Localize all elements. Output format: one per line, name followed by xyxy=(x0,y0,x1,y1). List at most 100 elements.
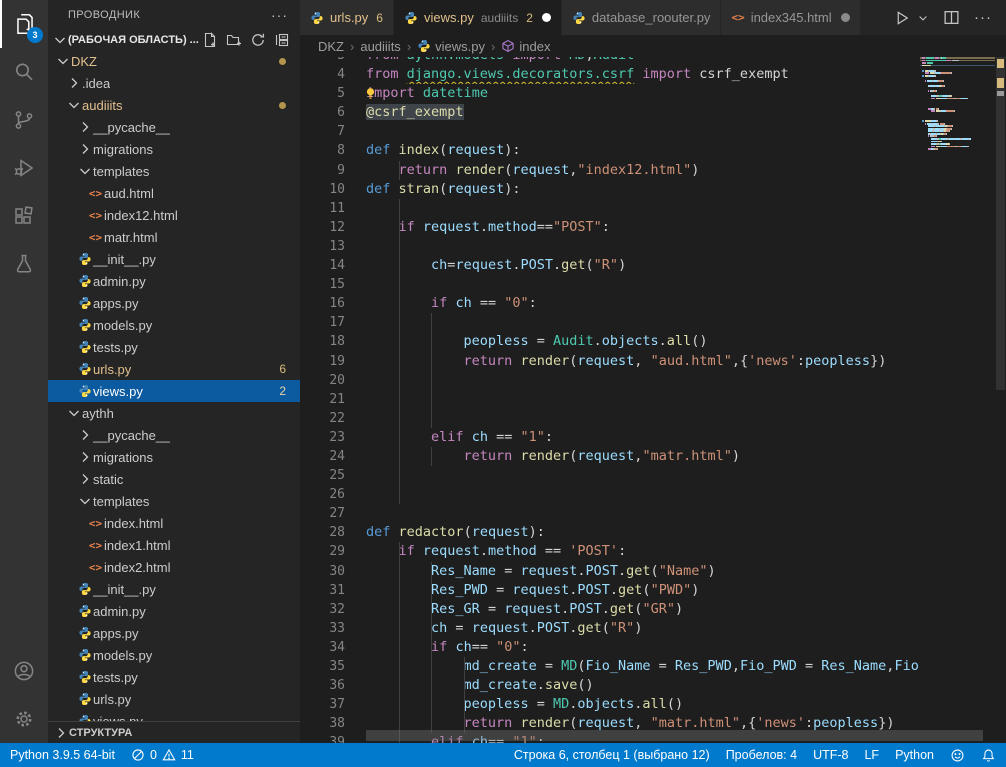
tab-views.py[interactable]: views.pyaudiiits2 xyxy=(394,0,562,35)
tree-item-__pycache__[interactable]: __pycache__ xyxy=(48,116,300,138)
tree-item-static[interactable]: static xyxy=(48,468,300,490)
code-line-21[interactable]: 21 xyxy=(300,390,920,409)
code-line-19[interactable]: 19 return render(request, "aud.html",{'n… xyxy=(300,352,920,371)
tree-item-templates[interactable]: templates xyxy=(48,490,300,512)
tree-item-models.py[interactable]: models.py xyxy=(48,314,300,336)
status-python-interpreter[interactable]: Python 3.9.5 64-bit xyxy=(10,748,115,762)
activity-bar-item-explorer[interactable]: 3 xyxy=(0,0,48,48)
code-line-32[interactable]: 32 Res_GR = request.POST.get("GR") xyxy=(300,600,920,619)
activity-bar-item-extensions[interactable] xyxy=(0,192,48,240)
code-line-7[interactable]: 7 xyxy=(300,122,920,141)
code-line-10[interactable]: 10def stran(request): xyxy=(300,180,920,199)
code-editor[interactable]: 3from aythh.models import MD,Audit4from … xyxy=(300,57,1006,743)
tree-item-index1.html[interactable]: <>index1.html xyxy=(48,534,300,556)
code-line-16[interactable]: 16 if ch == "0": xyxy=(300,294,920,313)
status-cursor-position[interactable]: Строка 6, столбец 1 (выбрано 12) xyxy=(514,748,710,762)
outline-section-header[interactable]: СТРУКТУРА xyxy=(48,721,300,743)
tree-item-admin.py[interactable]: admin.py xyxy=(48,600,300,622)
sidebar-more-actions-icon[interactable]: ··· xyxy=(271,7,288,23)
code-line-37[interactable]: 37 peopless = MD.objects.all() xyxy=(300,695,920,714)
code-line-28[interactable]: 28def redactor(request): xyxy=(300,523,920,542)
code-line-15[interactable]: 15 xyxy=(300,275,920,294)
tree-item-index2.html[interactable]: <>index2.html xyxy=(48,556,300,578)
code-line-11[interactable]: 11 xyxy=(300,199,920,218)
tree-item-templates[interactable]: templates xyxy=(48,160,300,182)
code-line-25[interactable]: 25 xyxy=(300,466,920,485)
tree-item-urls.py[interactable]: urls.py6 xyxy=(48,358,300,380)
code-line-31[interactable]: 31 Res_PWD = request.POST.get("PWD") xyxy=(300,581,920,600)
tree-item-index.html[interactable]: <>index.html xyxy=(48,512,300,534)
code-line-33[interactable]: 33 ch = request.POST.get("R") xyxy=(300,619,920,638)
tree-item-migrations[interactable]: migrations xyxy=(48,446,300,468)
code-line-35[interactable]: 35 md_create = MD(Fio_Name = Res_PWD,Fio… xyxy=(300,657,920,676)
status-problems[interactable]: 011 xyxy=(131,748,194,762)
activity-bar-item-testing[interactable] xyxy=(0,240,48,288)
code-line-20[interactable]: 20 xyxy=(300,371,920,390)
tree-item-views.py[interactable]: views.py xyxy=(48,710,300,721)
tree-item-__pycache__[interactable]: __pycache__ xyxy=(48,424,300,446)
tree-item-tests.py[interactable]: tests.py xyxy=(48,336,300,358)
activity-bar-item-source-control[interactable] xyxy=(0,96,48,144)
tab-database_roouter.py[interactable]: database_roouter.py xyxy=(562,0,722,35)
tree-item-DKZ[interactable]: DKZ xyxy=(48,50,300,72)
vertical-scrollbar[interactable] xyxy=(996,57,1005,390)
code-line-6[interactable]: 6@csrf_exempt xyxy=(300,103,920,122)
tree-item-views.py[interactable]: views.py2 xyxy=(48,380,300,402)
status-notifications[interactable] xyxy=(981,748,996,763)
tree-item-aud.html[interactable]: <>aud.html xyxy=(48,182,300,204)
tree-item-audiiits[interactable]: audiiits xyxy=(48,94,300,116)
tree-item-apps.py[interactable]: apps.py xyxy=(48,292,300,314)
activity-bar-item-search[interactable] xyxy=(0,48,48,96)
activity-bar-item-settings[interactable] xyxy=(0,695,48,743)
horizontal-scrollbar[interactable] xyxy=(366,730,983,741)
tab-index345.html[interactable]: <>index345.html xyxy=(721,0,860,35)
code-line-12[interactable]: 12 if request.method=="POST": xyxy=(300,218,920,237)
tree-item-matr.html[interactable]: <>matr.html xyxy=(48,226,300,248)
lightbulb-icon[interactable] xyxy=(364,87,377,103)
refresh-icon[interactable] xyxy=(250,32,266,48)
code-line-3[interactable]: 3from aythh.models import MD,Audit xyxy=(300,57,920,65)
tree-item-models.py[interactable]: models.py xyxy=(48,644,300,666)
tree-item-admin.py[interactable]: admin.py xyxy=(48,270,300,292)
minimap[interactable] xyxy=(920,57,995,743)
status-encoding[interactable]: UTF-8 xyxy=(813,748,848,762)
breadcrumb-item-DKZ[interactable]: DKZ xyxy=(318,39,344,54)
tree-item-tests.py[interactable]: tests.py xyxy=(48,666,300,688)
status-language-mode[interactable]: Python xyxy=(895,748,934,762)
run-icon[interactable] xyxy=(893,9,911,27)
tree-item-__init__.py[interactable]: __init__.py xyxy=(48,578,300,600)
code-line-17[interactable]: 17 xyxy=(300,313,920,332)
activity-bar-item-run-debug[interactable] xyxy=(0,144,48,192)
code-line-13[interactable]: 13 xyxy=(300,237,920,256)
breadcrumb-item-index[interactable]: index xyxy=(501,39,550,54)
code-line-9[interactable]: 9 return render(request,"index12.html") xyxy=(300,161,920,180)
status-feedback[interactable] xyxy=(950,748,965,763)
tree-item-aythh[interactable]: aythh xyxy=(48,402,300,424)
code-line-8[interactable]: 8def index(request): xyxy=(300,141,920,160)
tree-item-index12.html[interactable]: <>index12.html xyxy=(48,204,300,226)
tree-item-migrations[interactable]: migrations xyxy=(48,138,300,160)
code-line-24[interactable]: 24 return render(request,"matr.html") xyxy=(300,447,920,466)
status-indentation[interactable]: Пробелов: 4 xyxy=(726,748,797,762)
code-line-14[interactable]: 14 ch=request.POST.get("R") xyxy=(300,256,920,275)
code-line-23[interactable]: 23 elif ch == "1": xyxy=(300,428,920,447)
code-line-4[interactable]: 4from django.views.decorators.csrf impor… xyxy=(300,65,920,84)
tree-item-urls.py[interactable]: urls.py xyxy=(48,688,300,710)
activity-bar-item-account[interactable] xyxy=(0,647,48,695)
tree-item-apps.py[interactable]: apps.py xyxy=(48,622,300,644)
code-line-18[interactable]: 18 peopless = Audit.objects.all() xyxy=(300,332,920,351)
collapse-all-icon[interactable] xyxy=(274,32,290,48)
new-folder-icon[interactable] xyxy=(226,32,242,48)
new-file-icon[interactable] xyxy=(202,32,218,48)
workspace-section-header[interactable]: (РАБОЧАЯ ОБЛАСТЬ) ... xyxy=(48,30,300,50)
code-line-27[interactable]: 27 xyxy=(300,504,920,523)
run-dropdown-icon[interactable] xyxy=(917,12,929,24)
tree-item-.idea[interactable]: .idea xyxy=(48,72,300,94)
split-editor-icon[interactable] xyxy=(943,9,960,26)
breadcrumb-item-views.py[interactable]: views.py xyxy=(417,39,485,54)
tab-urls.py[interactable]: urls.py6 xyxy=(300,0,394,35)
tree-item-__init__.py[interactable]: __init__.py xyxy=(48,248,300,270)
status-eol[interactable]: LF xyxy=(864,748,879,762)
more-actions-icon[interactable]: ··· xyxy=(974,9,992,26)
breadcrumb-item-audiiits[interactable]: audiiits xyxy=(360,39,400,54)
